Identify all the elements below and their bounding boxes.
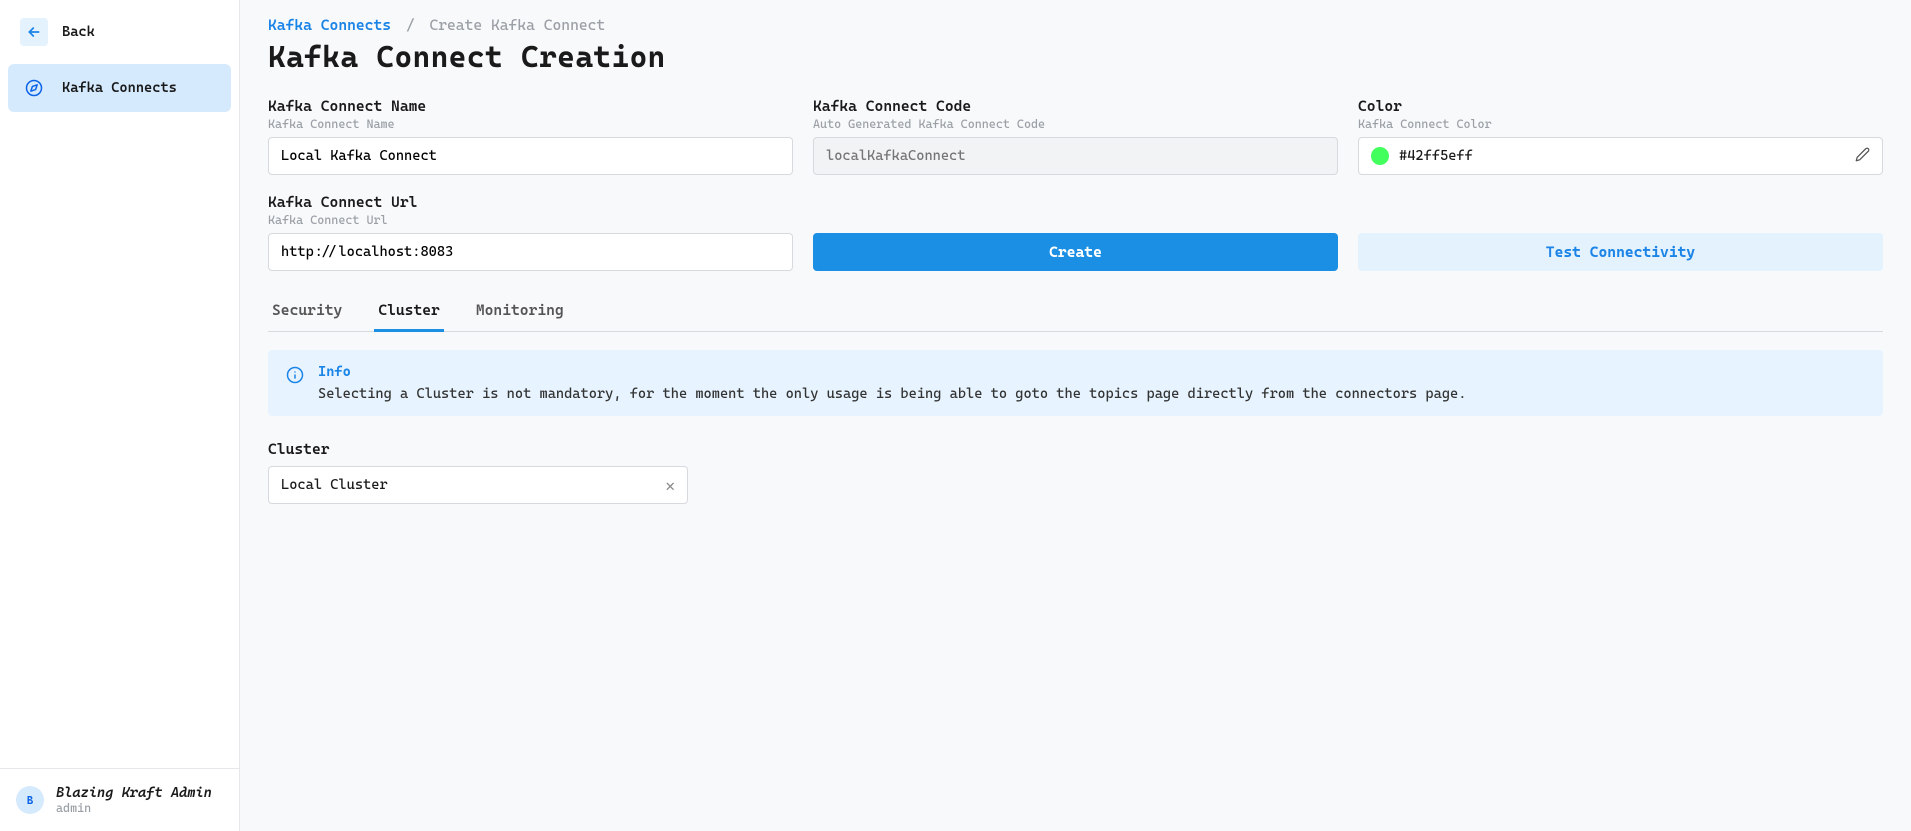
field-label: Color	[1358, 97, 1883, 115]
sidebar-nav: Back Kafka Connects	[0, 0, 239, 768]
breadcrumb-separator: /	[406, 16, 415, 34]
color-value: #42ff5eff	[1399, 148, 1473, 164]
test-connectivity-button[interactable]: Test Connectivity	[1358, 233, 1883, 271]
breadcrumb: Kafka Connects / Create Kafka Connect	[268, 16, 1883, 34]
field-color: Color Kafka Connect Color #42ff5eff	[1358, 97, 1883, 175]
tab-security[interactable]: Security	[268, 291, 346, 332]
info-icon	[286, 366, 304, 402]
user-role: admin	[56, 801, 212, 815]
cluster-select-value: Local Cluster	[281, 477, 388, 493]
main-content: Kafka Connects / Create Kafka Connect Ka…	[240, 0, 1911, 831]
field-label: Kafka Connect Code	[813, 97, 1338, 115]
form-row-1: Kafka Connect Name Kafka Connect Name Ka…	[268, 97, 1883, 175]
field-sublabel: Kafka Connect Name	[268, 117, 793, 131]
sidebar-item-label: Kafka Connects	[62, 80, 177, 96]
info-title: Info	[318, 364, 1466, 380]
info-content: Info Selecting a Cluster is not mandator…	[318, 364, 1466, 402]
tab-cluster[interactable]: Cluster	[374, 291, 444, 332]
kafka-connect-code-input	[813, 137, 1338, 175]
field-label: Cluster	[268, 440, 688, 458]
field-label: Kafka Connect Name	[268, 97, 793, 115]
pencil-icon[interactable]	[1855, 147, 1870, 166]
avatar-initial: B	[27, 794, 33, 807]
info-body: Selecting a Cluster is not mandatory, fo…	[318, 386, 1466, 402]
close-icon[interactable]: ✕	[665, 476, 675, 495]
user-meta: Blazing Kraft Admin admin	[56, 785, 212, 815]
breadcrumb-current: Create Kafka Connect	[429, 16, 605, 34]
user-name: Blazing Kraft Admin	[56, 785, 212, 801]
field-cluster: Cluster Local Cluster ✕	[268, 440, 688, 504]
user-panel[interactable]: B Blazing Kraft Admin admin	[0, 768, 239, 831]
form-row-2: Kafka Connect Url Kafka Connect Url Crea…	[268, 193, 1883, 271]
create-button[interactable]: Create	[813, 233, 1338, 271]
cluster-select[interactable]: Local Cluster ✕	[268, 466, 688, 504]
avatar: B	[16, 786, 44, 814]
sidebar: Back Kafka Connects B Blazing Kraft Admi…	[0, 0, 240, 831]
field-label: Kafka Connect Url	[268, 193, 793, 211]
field-sublabel: Kafka Connect Url	[268, 213, 793, 227]
color-swatch-icon	[1371, 147, 1389, 165]
tab-monitoring[interactable]: Monitoring	[472, 291, 568, 332]
back-arrow-icon	[20, 18, 48, 46]
field-kafka-connect-url: Kafka Connect Url Kafka Connect Url	[268, 193, 793, 271]
kafka-connect-url-input[interactable]	[268, 233, 793, 271]
info-alert: Info Selecting a Cluster is not mandator…	[268, 350, 1883, 416]
color-input[interactable]: #42ff5eff	[1358, 137, 1883, 175]
page-title: Kafka Connect Creation	[268, 40, 1883, 75]
tabs: Security Cluster Monitoring	[268, 291, 1883, 332]
back-label: Back	[62, 24, 95, 40]
field-kafka-connect-name: Kafka Connect Name Kafka Connect Name	[268, 97, 793, 175]
field-sublabel: Kafka Connect Color	[1358, 117, 1883, 131]
kafka-connect-name-input[interactable]	[268, 137, 793, 175]
field-sublabel: Auto Generated Kafka Connect Code	[813, 117, 1338, 131]
breadcrumb-link-kafka-connects[interactable]: Kafka Connects	[268, 16, 391, 34]
field-kafka-connect-code: Kafka Connect Code Auto Generated Kafka …	[813, 97, 1338, 175]
sidebar-item-kafka-connects[interactable]: Kafka Connects	[8, 64, 231, 112]
back-button[interactable]: Back	[8, 8, 231, 56]
compass-icon	[20, 74, 48, 102]
